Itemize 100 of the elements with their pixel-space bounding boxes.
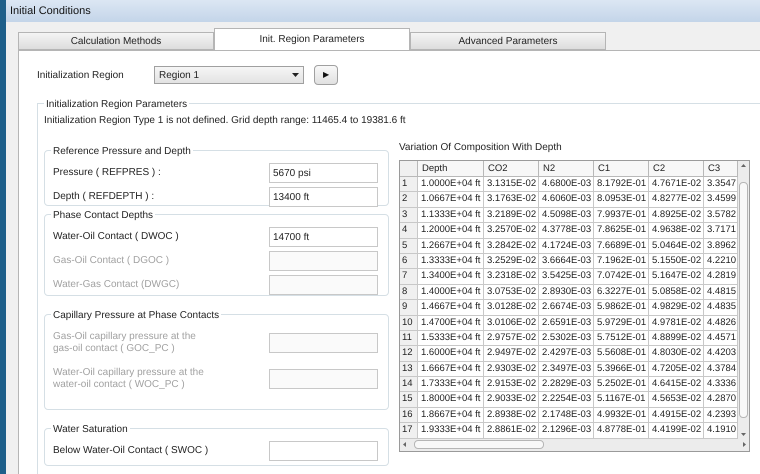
table-cell: 3.2189E-02 [484, 208, 539, 224]
table-cell: 5.1550E-02 [649, 254, 704, 270]
table-cell: 3.6664E-03 [539, 254, 594, 270]
table-cell: 1.1333E+04 ft [418, 208, 484, 224]
input-field[interactable]: 14700 ft [269, 227, 378, 247]
table-cell: 5.1167E-01 [594, 392, 649, 408]
row-number: 15 [400, 392, 418, 408]
column-header[interactable]: N2 [539, 161, 594, 177]
table-cell: 1.3400E+04 ft [418, 269, 484, 285]
table-cell: 1.0667E+04 ft [418, 192, 484, 208]
tab[interactable]: Init. Region Parameters [214, 28, 410, 50]
table-cell: 4.1724E-03 [539, 238, 594, 254]
table-cell: 3.1315E-02 [484, 177, 539, 192]
header-corner [400, 161, 418, 177]
scroll-thumb[interactable] [414, 440, 544, 450]
table-cell: 4.3778E-03 [539, 223, 594, 239]
column-header[interactable]: CO2 [484, 161, 539, 177]
row-number: 4 [400, 223, 418, 239]
table-cell: 5.3966E-01 [594, 362, 649, 378]
scroll-right-icon [743, 442, 746, 448]
row-number: 16 [400, 408, 418, 424]
table-cell: 2.2254E-03 [539, 392, 594, 408]
table-cell: 4.8030E-02 [649, 346, 704, 362]
table-cell: 7.6689E-01 [594, 238, 649, 254]
table-cell: 1.8000E+04 ft [418, 392, 484, 408]
tab[interactable]: Advanced Parameters [410, 32, 606, 50]
table-cell: 5.1647E-02 [649, 269, 704, 285]
table-cell: 4.6415E-02 [649, 377, 704, 392]
table-cell: 4.8899E-02 [649, 330, 704, 346]
row-number: 8 [400, 284, 418, 300]
row-number: 6 [400, 254, 418, 270]
column-header[interactable]: Depth [418, 161, 484, 177]
table-cell: 2.6674E-03 [539, 300, 594, 316]
row-number: 7 [400, 269, 418, 285]
row-number: 3 [400, 208, 418, 224]
table-cell: 3.2570E-02 [484, 223, 539, 239]
table-cell: 5.7512E-01 [594, 330, 649, 346]
field-label: Water-Oil capillary pressure at the water-oil contact ( WOC_PC ) [53, 367, 205, 391]
column-header[interactable]: C1 [594, 161, 649, 177]
table-cell: 8.1792E-01 [594, 177, 649, 192]
table-cell: 4.8277E-02 [649, 192, 704, 208]
region-dropdown[interactable]: Region 1 [154, 66, 304, 84]
row-number: 1 [400, 177, 418, 192]
table-cell: 6.3227E-01 [594, 284, 649, 300]
group-title: Initialization Region Parameters [44, 97, 190, 112]
table-cell: 1.6667E+04 ft [418, 362, 484, 378]
table-cell: 2.6591E-03 [539, 316, 594, 331]
table-cell: 1.2667E+04 ft [418, 238, 484, 254]
group-title: Capillary Pressure at Phase Contacts [51, 308, 222, 323]
table-cell: 1.4667E+04 ft [418, 300, 484, 316]
row-number: 2 [400, 192, 418, 208]
table-cell: 1.2000E+04 ft [418, 223, 484, 239]
table-cell: 5.0464E-02 [649, 238, 704, 254]
table-cell: 5.9729E-01 [594, 316, 649, 331]
scroll-thumb[interactable] [739, 182, 748, 418]
table-cell: 1.5333E+04 ft [418, 330, 484, 346]
horizontal-scrollbar[interactable] [400, 438, 749, 451]
table-cell: 3.2529E-02 [484, 254, 539, 270]
table-cell: 3.5425E-03 [539, 269, 594, 285]
vertical-scrollbar[interactable] [738, 161, 749, 439]
input-field[interactable]: 5670 psi [269, 163, 378, 183]
field-label: Pressure ( REFPRES ) : [53, 167, 162, 179]
group-title: Reference Pressure and Depth [51, 144, 193, 159]
caret-down-icon [292, 73, 299, 77]
table-cell: 1.4700E+04 ft [418, 316, 484, 331]
table-cell: 4.7205E-02 [649, 362, 704, 378]
table-cell: 4.9829E-02 [649, 300, 704, 316]
table-cell: 4.9638E-02 [649, 223, 704, 239]
table-cell: 7.9937E-01 [594, 208, 649, 224]
table-cell: 2.2829E-03 [539, 377, 594, 392]
column-header[interactable]: C2 [649, 161, 704, 177]
row-number: 11 [400, 330, 418, 346]
field-label: Below Water-Oil Contact ( SWOC ) [53, 445, 210, 457]
input-field[interactable] [269, 441, 378, 461]
row-number: 5 [400, 238, 418, 254]
row-number: 13 [400, 362, 418, 378]
table-cell: 3.0106E-02 [484, 316, 539, 331]
tab[interactable]: Calculation Methods [18, 32, 214, 50]
row-number: 9 [400, 300, 418, 316]
table-cell: 2.9757E-02 [484, 330, 539, 346]
table-cell: 3.0128E-02 [484, 300, 539, 316]
table-cell: 5.0858E-02 [649, 284, 704, 300]
column-header[interactable]: C3 [704, 161, 738, 177]
table-cell: 5.2502E-01 [594, 377, 649, 392]
table-cell: 5.5608E-01 [594, 346, 649, 362]
region-label: Initialization Region [37, 68, 125, 82]
table-cell: 1.4000E+04 ft [418, 284, 484, 300]
table-cell: 4.7671E-02 [649, 177, 704, 192]
field-label: Depth ( REFDEPTH ) : [53, 191, 156, 203]
field-label: Gas-Oil capillary pressure at the gas-oil contact ( GOC_PC ) [53, 331, 197, 355]
table-cell: 4.5098E-03 [539, 208, 594, 224]
table-cell: 2.9033E-02 [484, 392, 539, 408]
input-field[interactable]: 13400 ft [269, 187, 378, 207]
window-title: Initial Conditions [10, 4, 91, 19]
scroll-up-icon [741, 164, 746, 167]
table-cell: 1.7333E+04 ft [418, 377, 484, 392]
table-cell: 2.9497E-02 [484, 346, 539, 362]
row-number: 12 [400, 346, 418, 362]
next-button[interactable]: ▶ [314, 65, 338, 85]
table-cell: 4.6060E-03 [539, 192, 594, 208]
